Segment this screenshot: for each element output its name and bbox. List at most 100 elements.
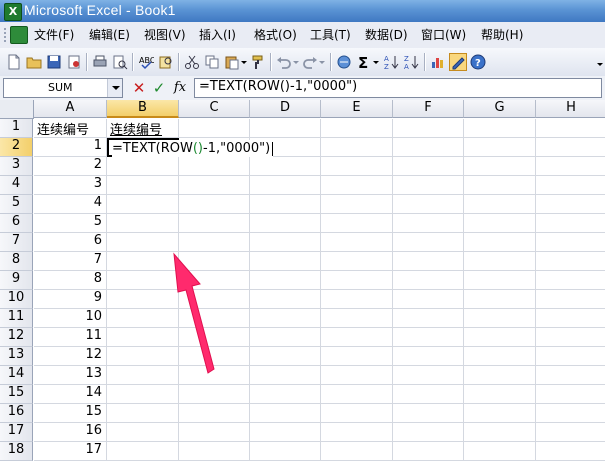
cell-a16[interactable]: 15: [34, 404, 107, 423]
menu-tools[interactable]: 工具(T): [310, 27, 351, 43]
open-folder-icon[interactable]: [26, 54, 42, 70]
cell-c7[interactable]: [179, 233, 250, 252]
cell-f11[interactable]: [393, 309, 464, 328]
cell-e12[interactable]: [321, 328, 393, 347]
paste-dropdown-icon[interactable]: [240, 54, 248, 70]
cell-a4[interactable]: 3: [34, 176, 107, 195]
cell-a17[interactable]: 16: [34, 423, 107, 442]
row-header-2[interactable]: 2: [0, 138, 33, 157]
cell-f4[interactable]: [393, 176, 464, 195]
cell-d3[interactable]: [250, 157, 321, 176]
cell-h10[interactable]: [536, 290, 605, 309]
cell-h8[interactable]: [536, 252, 605, 271]
row-header-16[interactable]: 16: [0, 404, 33, 423]
new-document-icon[interactable]: [6, 54, 22, 70]
save-icon[interactable]: [46, 54, 62, 70]
cell-d18[interactable]: [250, 442, 321, 461]
cell-d10[interactable]: [250, 290, 321, 309]
cell-c16[interactable]: [179, 404, 250, 423]
autosum-dropdown-icon[interactable]: [372, 54, 380, 70]
cell-h7[interactable]: [536, 233, 605, 252]
cell-c5[interactable]: [179, 195, 250, 214]
cell-f10[interactable]: [393, 290, 464, 309]
cell-b12[interactable]: [107, 328, 179, 347]
cell-e1[interactable]: [321, 119, 393, 138]
cell-d4[interactable]: [250, 176, 321, 195]
cell-e15[interactable]: [321, 385, 393, 404]
cell-d17[interactable]: [250, 423, 321, 442]
cell-b13[interactable]: [107, 347, 179, 366]
row-header-11[interactable]: 11: [0, 309, 33, 328]
menu-edit[interactable]: 编辑(E): [89, 27, 130, 43]
cell-a13[interactable]: 12: [34, 347, 107, 366]
cell-e16[interactable]: [321, 404, 393, 423]
cell-b9[interactable]: [107, 271, 179, 290]
cell-c12[interactable]: [179, 328, 250, 347]
cell-g10[interactable]: [464, 290, 536, 309]
cell-e5[interactable]: [321, 195, 393, 214]
sort-ascending-icon[interactable]: AZ: [384, 54, 400, 70]
formula-input[interactable]: =TEXT(ROW()-1,"0000"): [194, 78, 602, 98]
cell-b11[interactable]: [107, 309, 179, 328]
row-header-6[interactable]: 6: [0, 214, 33, 233]
cell-c15[interactable]: [179, 385, 250, 404]
cell-d16[interactable]: [250, 404, 321, 423]
cell-f13[interactable]: [393, 347, 464, 366]
cell-g16[interactable]: [464, 404, 536, 423]
cell-h5[interactable]: [536, 195, 605, 214]
cell-c1[interactable]: [179, 119, 250, 138]
cell-b15[interactable]: [107, 385, 179, 404]
cell-a2[interactable]: 1: [34, 138, 107, 157]
cell-b10[interactable]: [107, 290, 179, 309]
cut-icon[interactable]: [184, 54, 200, 70]
cell-a1[interactable]: 连续编号: [34, 119, 107, 138]
cell-g3[interactable]: [464, 157, 536, 176]
row-header-12[interactable]: 12: [0, 328, 33, 347]
undo-icon[interactable]: [276, 54, 292, 70]
cell-d14[interactable]: [250, 366, 321, 385]
cell-h13[interactable]: [536, 347, 605, 366]
cell-b18[interactable]: [107, 442, 179, 461]
cell-h4[interactable]: [536, 176, 605, 195]
cell-g1[interactable]: [464, 119, 536, 138]
copy-icon[interactable]: [204, 54, 220, 70]
cell-c6[interactable]: [179, 214, 250, 233]
cell-e18[interactable]: [321, 442, 393, 461]
row-header-4[interactable]: 4: [0, 176, 33, 195]
cell-h1[interactable]: [536, 119, 605, 138]
cell-f17[interactable]: [393, 423, 464, 442]
cell-e6[interactable]: [321, 214, 393, 233]
cell-f9[interactable]: [393, 271, 464, 290]
cell-c9[interactable]: [179, 271, 250, 290]
cell-g18[interactable]: [464, 442, 536, 461]
cell-d5[interactable]: [250, 195, 321, 214]
cell-g2[interactable]: [464, 138, 536, 157]
cell-f5[interactable]: [393, 195, 464, 214]
cell-b14[interactable]: [107, 366, 179, 385]
cell-d9[interactable]: [250, 271, 321, 290]
row-header-13[interactable]: 13: [0, 347, 33, 366]
cell-e7[interactable]: [321, 233, 393, 252]
print-icon[interactable]: [92, 54, 108, 70]
column-header-e[interactable]: E: [321, 100, 393, 118]
cell-e10[interactable]: [321, 290, 393, 309]
cell-e4[interactable]: [321, 176, 393, 195]
cell-a8[interactable]: 7: [34, 252, 107, 271]
cell-g15[interactable]: [464, 385, 536, 404]
row-header-14[interactable]: 14: [0, 366, 33, 385]
cell-f2[interactable]: [393, 138, 464, 157]
insert-function-icon[interactable]: fx: [172, 80, 188, 96]
cell-a15[interactable]: 14: [34, 385, 107, 404]
cell-g11[interactable]: [464, 309, 536, 328]
cell-f7[interactable]: [393, 233, 464, 252]
row-header-18[interactable]: 18: [0, 442, 33, 461]
research-icon[interactable]: [158, 54, 174, 70]
cell-h17[interactable]: [536, 423, 605, 442]
column-header-d[interactable]: D: [250, 100, 321, 118]
toolbar-options-icon[interactable]: [596, 54, 604, 70]
cell-f12[interactable]: [393, 328, 464, 347]
cell-f3[interactable]: [393, 157, 464, 176]
column-header-b[interactable]: B: [107, 100, 179, 118]
cell-c4[interactable]: [179, 176, 250, 195]
undo-dropdown-icon[interactable]: [292, 54, 300, 70]
